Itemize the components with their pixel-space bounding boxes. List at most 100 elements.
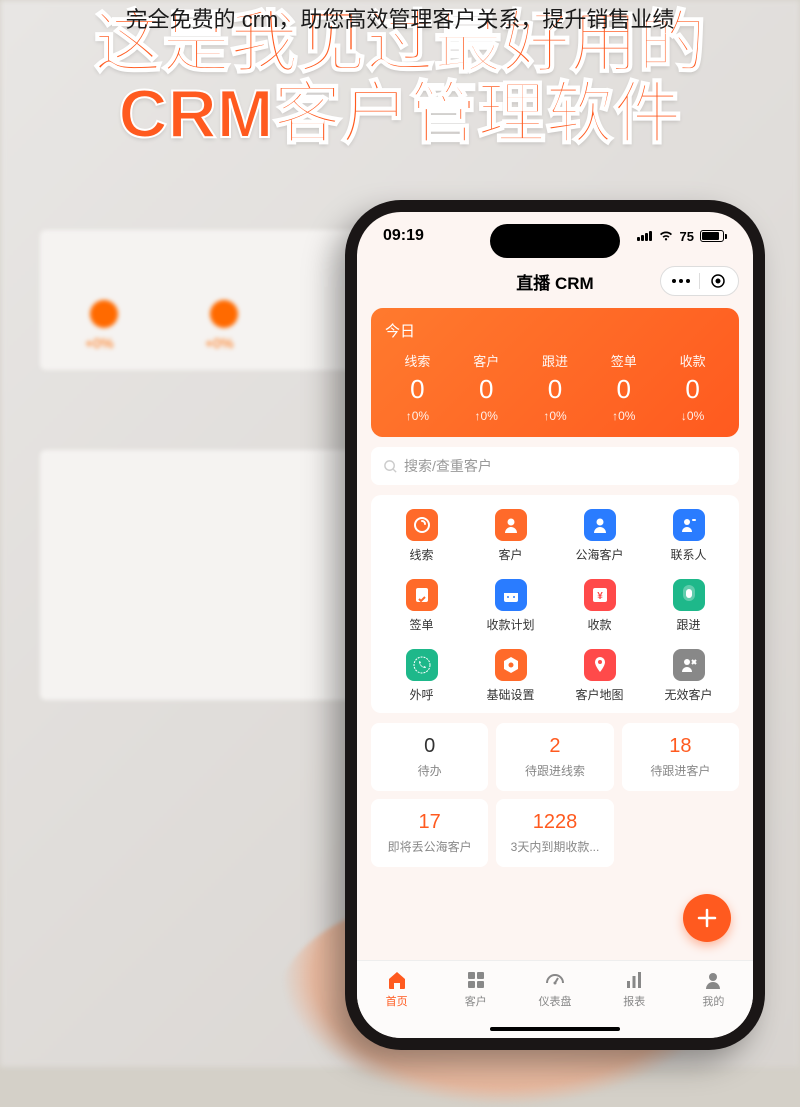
grid-item-order[interactable]: 签单 xyxy=(379,579,464,633)
close-target-icon[interactable] xyxy=(708,271,728,291)
status-time: 09:19 xyxy=(383,227,424,245)
app-header: 直播 CRM xyxy=(357,260,753,302)
stat-delta: ↑0% xyxy=(521,409,590,423)
stat-item[interactable]: 签单 0 ↑0% xyxy=(589,351,658,423)
customer-icon xyxy=(495,509,527,541)
menu-dots-icon[interactable] xyxy=(671,271,691,291)
grid-label: 基础设置 xyxy=(486,686,534,703)
payment-icon: ¥ xyxy=(584,579,616,611)
grid-label: 签单 xyxy=(409,616,433,633)
tab-label: 我的 xyxy=(702,993,724,1009)
task-number: 2 xyxy=(502,735,607,758)
stat-label: 收款 xyxy=(658,351,727,370)
grid-item-followup[interactable]: 跟进 xyxy=(646,579,731,633)
stat-item[interactable]: 客户 0 ↑0% xyxy=(452,351,521,423)
today-stats-card[interactable]: 今日 线索 0 ↑0%客户 0 ↑0%跟进 0 ↑0%签单 0 ↑0%收款 0 … xyxy=(371,308,739,437)
order-icon xyxy=(406,579,438,611)
lead-icon xyxy=(406,509,438,541)
fab-add-button[interactable] xyxy=(683,894,731,942)
stat-value: 0 xyxy=(452,374,521,405)
task-card[interactable]: 2 待跟进线索 xyxy=(496,723,613,791)
bg-pct: +0% xyxy=(85,335,113,351)
grid-label: 收款 xyxy=(587,616,611,633)
task-label: 即将丢公海客户 xyxy=(377,838,482,855)
task-number: 0 xyxy=(377,735,482,758)
stat-delta: ↓0% xyxy=(658,409,727,423)
profile-icon xyxy=(702,969,724,991)
tab-profile[interactable]: 我的 xyxy=(674,969,753,1038)
grid-item-contact[interactable]: 联系人 xyxy=(646,509,731,563)
stat-label: 线索 xyxy=(383,351,452,370)
task-number: 18 xyxy=(628,735,733,758)
task-card[interactable]: 1228 3天内到期收款... xyxy=(496,799,613,867)
public-customer-icon xyxy=(584,509,616,541)
task-label: 待办 xyxy=(377,762,482,779)
stat-label: 跟进 xyxy=(521,351,590,370)
bg-stat-dot xyxy=(210,300,238,328)
grid-label: 客户地图 xyxy=(575,686,623,703)
grid-item-public-customer[interactable]: 公海客户 xyxy=(557,509,642,563)
dashboard-icon xyxy=(544,969,566,991)
miniprogram-capsule xyxy=(660,266,739,296)
stat-value: 0 xyxy=(658,374,727,405)
grid-item-call[interactable]: 外呼 xyxy=(379,649,464,703)
grid-label: 公海客户 xyxy=(575,546,623,563)
stat-delta: ↑0% xyxy=(589,409,658,423)
contact-icon xyxy=(673,509,705,541)
tab-home[interactable]: 首页 xyxy=(357,969,436,1038)
app-title: 直播 CRM xyxy=(516,269,593,294)
grid-item-invalid[interactable]: 无效客户 xyxy=(646,649,731,703)
task-number: 1228 xyxy=(502,811,607,834)
home-indicator xyxy=(490,1027,620,1031)
plus-icon xyxy=(697,908,717,928)
tab-label: 客户 xyxy=(465,993,487,1009)
map-icon xyxy=(584,649,616,681)
bg-panel-list xyxy=(40,450,360,700)
stat-delta: ↑0% xyxy=(383,409,452,423)
stat-value: 0 xyxy=(589,374,658,405)
search-placeholder: 搜索/查重客户 xyxy=(404,456,492,476)
followup-icon xyxy=(673,579,705,611)
stat-label: 客户 xyxy=(452,351,521,370)
grid-item-payment-plan[interactable]: 收款计划 xyxy=(468,579,553,633)
task-card[interactable]: 17 即将丢公海客户 xyxy=(371,799,488,867)
grid-item-payment[interactable]: ¥ 收款 xyxy=(557,579,642,633)
task-card[interactable]: 18 待跟进客户 xyxy=(622,723,739,791)
phone-notch xyxy=(490,224,620,258)
grid-label: 线索 xyxy=(409,546,433,563)
bg-stat-dot xyxy=(90,300,118,328)
grid-label: 客户 xyxy=(498,546,522,563)
phone-frame: 09:19 75 直播 CRM xyxy=(345,200,765,1050)
grid-item-settings[interactable]: 基础设置 xyxy=(468,649,553,703)
report-icon xyxy=(623,969,645,991)
search-input[interactable]: 搜索/查重客户 xyxy=(371,447,739,485)
home-icon xyxy=(386,969,408,991)
phone-screen: 09:19 75 直播 CRM xyxy=(357,212,753,1038)
grid-item-map[interactable]: 客户地图 xyxy=(557,649,642,703)
stat-item[interactable]: 线索 0 ↑0% xyxy=(383,351,452,423)
stat-item[interactable]: 收款 0 ↓0% xyxy=(658,351,727,423)
stat-label: 签单 xyxy=(589,351,658,370)
battery-pct: 75 xyxy=(680,229,694,244)
svg-text:¥: ¥ xyxy=(597,591,603,602)
task-number: 17 xyxy=(377,811,482,834)
tab-label: 报表 xyxy=(623,993,645,1009)
grid-item-customer[interactable]: 客户 xyxy=(468,509,553,563)
wifi-icon xyxy=(658,230,674,242)
bg-pct: +0% xyxy=(205,335,233,351)
grid-label: 跟进 xyxy=(676,616,700,633)
stat-value: 0 xyxy=(383,374,452,405)
today-label: 今日 xyxy=(383,320,727,341)
task-grid: 0 待办2 待跟进线索18 待跟进客户17 即将丢公海客户1228 3天内到期收… xyxy=(371,723,739,867)
signal-icon xyxy=(637,231,652,241)
task-label: 待跟进客户 xyxy=(628,762,733,779)
call-icon xyxy=(406,649,438,681)
task-card[interactable]: 0 待办 xyxy=(371,723,488,791)
grid-label: 收款计划 xyxy=(486,616,534,633)
grid-item-lead[interactable]: 线索 xyxy=(379,509,464,563)
payment-plan-icon xyxy=(495,579,527,611)
caption-text: 完全免费的 crm，助您高效管理客户关系，提升销售业绩 xyxy=(126,2,675,34)
stat-item[interactable]: 跟进 0 ↑0% xyxy=(521,351,590,423)
stat-delta: ↑0% xyxy=(452,409,521,423)
tab-bar: 首页 客户 仪表盘 报表 我的 xyxy=(357,960,753,1038)
